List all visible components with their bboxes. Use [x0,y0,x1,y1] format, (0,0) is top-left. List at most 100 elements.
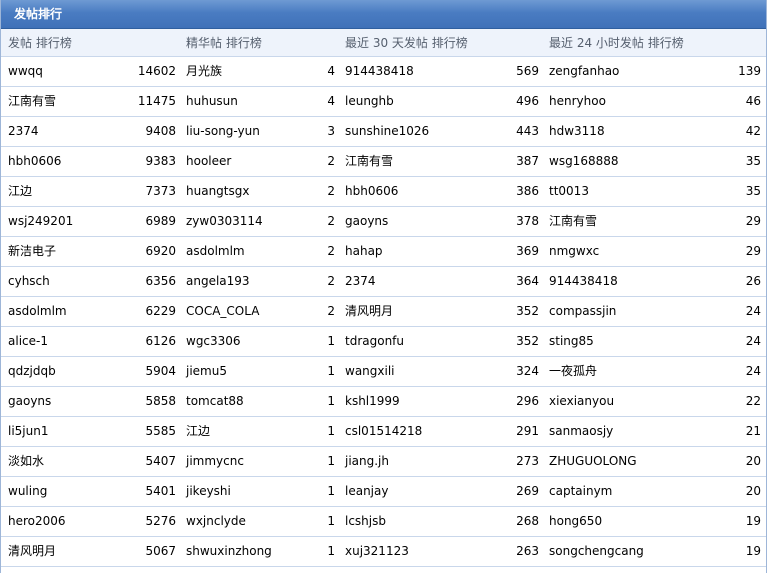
recent24-rank-count: 26 [745,274,761,288]
recent30-rank-user-link[interactable]: leanjay [345,477,505,506]
digest-rank-count: 2 [327,274,335,288]
table-row: 新洁电子 6920 asdolmlm 2 hahap 369 nmgwxc 29 [1,237,766,267]
table-row: 江南有雪 11475 huhusun 4 leunghb 496 henryhoo 46 [1,87,766,117]
digest-rank-count: 2 [327,214,335,228]
recent24-rank-user-link[interactable]: zengfanhao [549,57,719,86]
table-row: qdzjdqb 5904 jiemu5 1 wangxili 324 一夜孤舟 24 [1,357,766,387]
recent24-rank-count: 19 [745,514,761,528]
digest-rank-count: 1 [327,544,335,558]
post-rank-count: 6126 [145,334,176,348]
recent30-rank-user-link[interactable]: 2374 [345,267,505,296]
recent24-rank-count: 24 [745,334,761,348]
digest-rank-count: 1 [327,424,335,438]
column-header-recent30: 最近 30 天发帖 排行榜 [345,36,468,50]
recent24-rank-count: 24 [745,364,761,378]
table-row: 江边 7373 huangtsgx 2 hbh0606 386 tt0013 35 [1,177,766,207]
recent30-rank-user-link[interactable]: 江南有雪 [345,147,505,176]
table-row: hero2006 5276 wxjnclyde 1 lcshjsb 268 hong650 1… [1,507,766,537]
column-header-digest: 精华帖 排行榜 [186,36,262,50]
recent30-rank-count: 378 [516,214,539,228]
post-rank-count: 5276 [145,514,176,528]
table-row: cyhsch 6356 angela193 2 2374 364 914438418 26 [1,267,766,297]
recent24-rank-count: 19 [745,544,761,558]
recent24-rank-user-link[interactable]: 一夜孤舟 [549,357,719,386]
recent30-rank-count: 569 [516,64,539,78]
ranking-panel: 发帖排行 发帖 排行榜 精华帖 排行榜 最近 30 天发帖 排行榜 最近 24 … [0,0,767,573]
table-row: 2374 9408 liu-song-yun 3 sunshine1026 443 hdw3… [1,117,766,147]
digest-rank-count: 2 [327,154,335,168]
post-rank-count: 5585 [145,424,176,438]
recent30-rank-count: 386 [516,184,539,198]
digest-rank-count: 2 [327,184,335,198]
recent30-rank-count: 352 [516,304,539,318]
recent24-rank-user-link[interactable]: hdw3118 [549,117,719,146]
recent24-rank-count: 20 [745,484,761,498]
recent30-rank-user-link[interactable]: hahap [345,237,505,266]
table-row: 清风明月 5067 shwuxinzhong 1 xuj321123 263 songche… [1,537,766,567]
post-rank-count: 6229 [145,304,176,318]
recent24-rank-count: 35 [745,154,761,168]
digest-rank-count: 2 [327,244,335,258]
recent24-rank-user-link[interactable]: henryhoo [549,87,719,116]
recent30-rank-user-link[interactable]: csl01514218 [345,417,505,446]
recent30-rank-user-link[interactable]: 清风明月 [345,297,505,326]
digest-rank-count: 4 [327,64,335,78]
digest-rank-count: 1 [327,454,335,468]
recent30-rank-count: 443 [516,124,539,138]
table-row: wwqq 14602 月光族 4 914438418 569 zengfanhao 139 [1,57,766,87]
recent24-rank-count: 46 [745,94,761,108]
recent30-rank-user-link[interactable]: jiang.jh [345,447,505,476]
recent30-rank-count: 268 [516,514,539,528]
recent30-rank-user-link[interactable]: lcshjsb [345,507,505,536]
digest-rank-count: 2 [327,304,335,318]
recent24-rank-user-link[interactable]: ZHUGUOLONG [549,447,719,476]
recent30-rank-user-link[interactable]: xuj321123 [345,537,505,566]
digest-rank-count: 1 [327,394,335,408]
digest-rank-count: 1 [327,334,335,348]
recent24-rank-user-link[interactable]: songchengcang [549,537,719,566]
recent30-rank-count: 324 [516,364,539,378]
recent30-rank-user-link[interactable]: 914438418 [345,57,505,86]
recent30-rank-user-link[interactable]: kshl1999 [345,387,505,416]
post-rank-count: 9383 [145,154,176,168]
post-rank-count: 9408 [145,124,176,138]
post-rank-count: 11475 [137,94,176,108]
recent30-rank-count: 273 [516,454,539,468]
recent30-rank-user-link[interactable]: gaoyns [345,207,505,236]
recent24-rank-count: 29 [745,244,761,258]
recent24-rank-user-link[interactable]: sanmaosjy [549,417,719,446]
ranking-table-body: wwqq 14602 月光族 4 914438418 569 zengfanhao 139 江南… [1,57,766,567]
table-row: gaoyns 5858 tomcat88 1 kshl1999 296 xiexianyou… [1,387,766,417]
recent24-rank-count: 35 [745,184,761,198]
recent24-rank-user-link[interactable]: hong650 [549,507,719,536]
post-rank-count: 5858 [145,394,176,408]
recent24-rank-user-link[interactable]: captainym [549,477,719,506]
digest-rank-count: 1 [327,514,335,528]
panel-title: 发帖排行 [1,0,766,29]
recent24-rank-user-link[interactable]: sting85 [549,327,719,356]
recent24-rank-user-link[interactable]: xiexianyou [549,387,719,416]
recent30-rank-count: 291 [516,424,539,438]
table-row: li5jun1 5585 江边 1 csl01514218 291 sanmaosjy 21 [1,417,766,447]
recent24-rank-count: 21 [745,424,761,438]
recent24-rank-user-link[interactable]: 江南有雪 [549,207,719,236]
recent24-rank-user-link[interactable]: compassjin [549,297,719,326]
recent30-rank-user-link[interactable]: sunshine1026 [345,117,505,146]
post-rank-count: 6356 [145,274,176,288]
post-rank-count: 5904 [145,364,176,378]
recent24-rank-user-link[interactable]: nmgwxc [549,237,719,266]
post-rank-count: 5401 [145,484,176,498]
recent24-rank-user-link[interactable]: wsg168888 [549,147,719,176]
recent30-rank-user-link[interactable]: leunghb [345,87,505,116]
recent30-rank-count: 364 [516,274,539,288]
recent30-rank-user-link[interactable]: hbh0606 [345,177,505,206]
post-rank-count: 7373 [145,184,176,198]
recent30-rank-user-link[interactable]: tdragonfu [345,327,505,356]
recent24-rank-user-link[interactable]: 914438418 [549,267,719,296]
table-row: asdolmlm 6229 COCA_COLA 2 清风明月 352 compassjin 2… [1,297,766,327]
recent24-rank-count: 22 [745,394,761,408]
recent24-rank-user-link[interactable]: tt0013 [549,177,719,206]
post-rank-count: 6989 [145,214,176,228]
recent30-rank-count: 387 [516,154,539,168]
recent30-rank-user-link[interactable]: wangxili [345,357,505,386]
